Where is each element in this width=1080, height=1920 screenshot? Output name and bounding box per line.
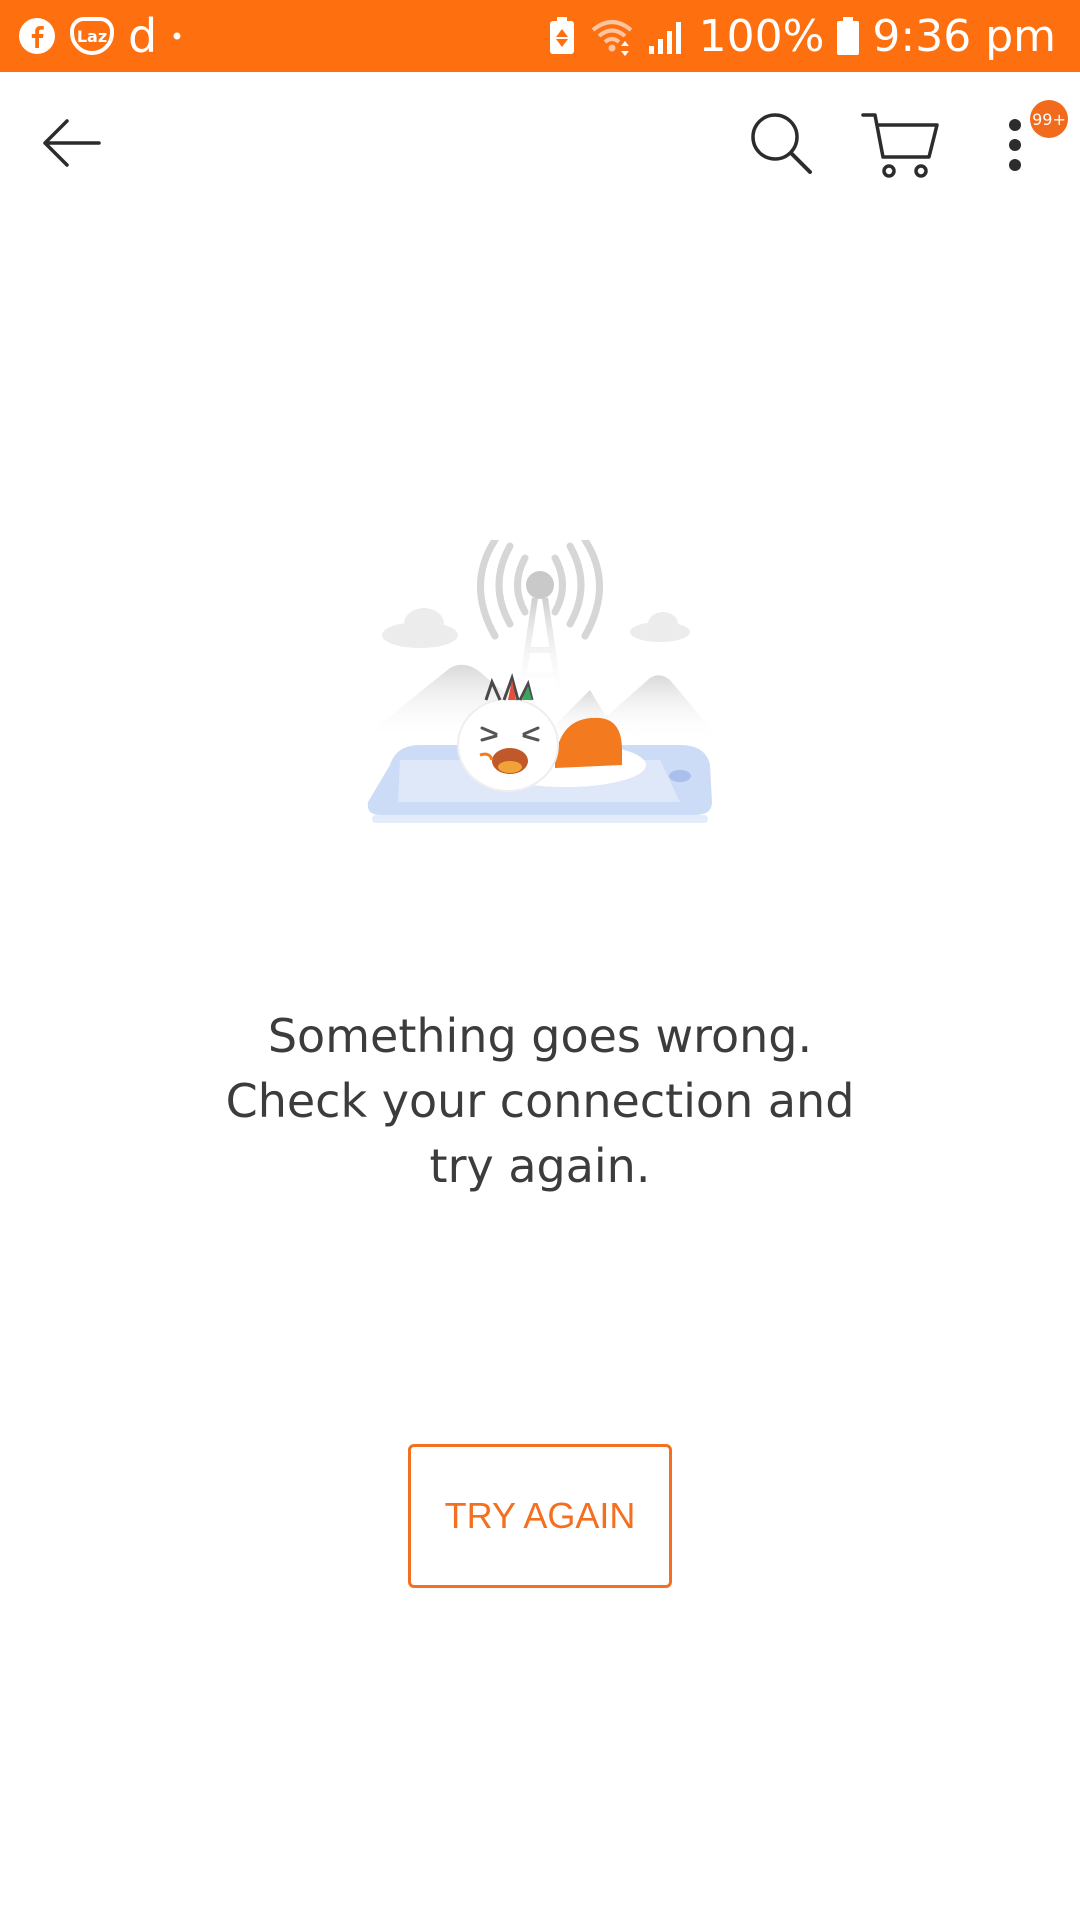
- clock: 9:36 pm: [872, 10, 1056, 62]
- notification-badge: 99+: [1030, 100, 1068, 138]
- search-button[interactable]: [740, 102, 822, 184]
- facebook-icon: [18, 17, 56, 55]
- laz-badge: Laz: [70, 17, 114, 55]
- cart-icon: [861, 113, 939, 178]
- battery-saver-icon: [547, 16, 577, 56]
- dot-icon: [171, 30, 183, 42]
- app-bar: [0, 72, 1080, 214]
- status-bar: Laz d 100% 9:36 pm: [0, 0, 1080, 72]
- system-status: 100% 9:36 pm: [535, 0, 1056, 72]
- back-arrow-icon: [43, 119, 101, 167]
- signal-icon: [647, 16, 687, 56]
- notification-icons: Laz d: [18, 0, 197, 72]
- cart-button[interactable]: [858, 102, 944, 188]
- d-app-icon: d: [128, 13, 157, 59]
- battery-icon: [836, 16, 860, 56]
- error-line-2: Check your connection and: [225, 1074, 855, 1128]
- lazada-icon: Laz: [70, 17, 114, 55]
- error-line-1: Something goes wrong.: [267, 1009, 813, 1063]
- try-again-button[interactable]: TRY AGAIN: [408, 1444, 672, 1588]
- error-line-3: try again.: [429, 1139, 651, 1193]
- mascot: [457, 673, 646, 792]
- cloud-icon: [382, 608, 690, 648]
- d-glyph: d: [128, 9, 158, 63]
- error-message: Something goes wrong. Check your connect…: [140, 1004, 940, 1199]
- more-vertical-icon: [1009, 119, 1021, 171]
- back-button[interactable]: [30, 102, 112, 184]
- no-connection-illustration: [360, 536, 720, 880]
- battery-percent: 100%: [698, 10, 825, 62]
- search-icon: [751, 113, 812, 174]
- wifi-icon: [589, 16, 635, 56]
